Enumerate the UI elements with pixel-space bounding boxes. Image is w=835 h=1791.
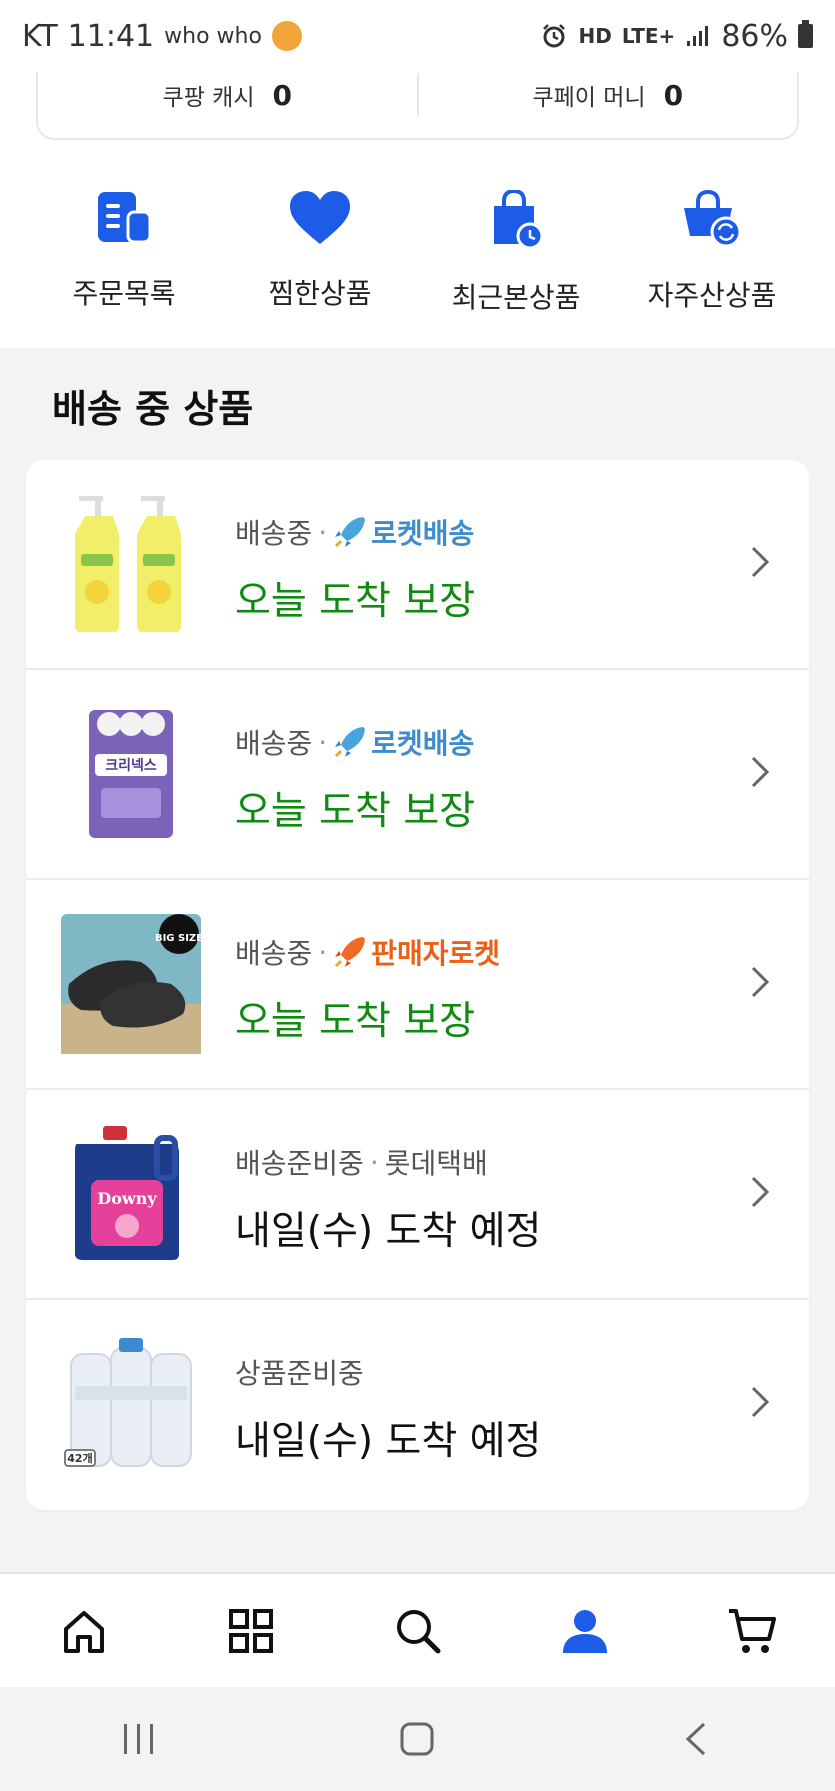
recent-apps-button[interactable] (0, 1722, 278, 1756)
shortcut-label: 자주산상품 (647, 279, 777, 312)
alarm-icon (543, 24, 566, 48)
rocket-icon (335, 937, 366, 968)
chevron-right-icon (751, 756, 770, 788)
separator-dot: · (369, 1145, 379, 1179)
status-left: KT 11:41 who who (22, 19, 302, 54)
chevron-right-icon (751, 1176, 770, 1208)
coupang-cash-label: 쿠팡 캐시 (162, 85, 255, 111)
status-text: 상품준비중 (235, 1357, 364, 1390)
notification-app-icon (271, 21, 302, 51)
home-system-button[interactable] (278, 1721, 556, 1757)
eta-text: 오늘 도착 보장 (235, 999, 476, 1044)
status-right: HD LTE+ 86% (540, 19, 813, 54)
chevron-right-icon (751, 966, 770, 998)
order-list-icon (89, 190, 159, 246)
shortcut-order-list[interactable]: 주문목록 (26, 190, 222, 310)
eta-text: 오늘 도착 보장 (235, 579, 476, 624)
search-icon (396, 1609, 440, 1653)
shipping-item[interactable]: BIG SIZE 배송중 · 판매자로켓 오늘 도착 보장 (26, 880, 809, 1090)
recent-bag-icon (481, 190, 551, 250)
shortcut-row: 주문목록 찜한상품 최근본상품 자주산상품 (0, 190, 835, 314)
shortcut-frequent[interactable]: 자주산상품 (614, 190, 810, 312)
badge-text: 판매자로켓 (371, 937, 500, 970)
shortcut-label: 주문목록 (72, 277, 176, 310)
separator-dot: · (318, 725, 328, 759)
shortcut-label: 최근본상품 (451, 281, 581, 314)
recent-apps-icon (124, 1724, 153, 1754)
shipping-item[interactable]: 크리넥스 배송중 · 로켓배송 오늘 도착 보장 (26, 670, 809, 880)
carrier: KT (22, 18, 58, 54)
separator-dot: · (318, 515, 328, 549)
shortcut-label: 찜한상품 (268, 277, 372, 310)
nav-category[interactable] (167, 1574, 334, 1687)
repeat-basket-icon (677, 190, 747, 248)
product-thumbnail-slippers: BIG SIZE (61, 914, 201, 1054)
nav-cart[interactable] (668, 1574, 835, 1687)
shipping-status: 배송준비중 · 롯데택배 (235, 1142, 488, 1182)
shipping-item[interactable]: 42개 상품준비중 내일(수) 도착 예정 (26, 1300, 809, 1510)
eta-text: 내일(수) 도착 예정 (235, 1419, 542, 1464)
courier-name: 롯데택배 (384, 1147, 488, 1180)
coupay-money-label: 쿠페이 머니 (532, 85, 646, 111)
separator-dot: · (318, 935, 328, 969)
whowho-icon: who who (164, 23, 262, 49)
badge-text: 로켓배송 (371, 727, 475, 760)
shipping-list: 배송중 · 로켓배송 오늘 도착 보장 크리넥스 배송중 · 로켓배송 오늘 도… (26, 460, 809, 1510)
shipping-item[interactable]: 배송중 · 로켓배송 오늘 도착 보장 (26, 460, 809, 670)
status-text: 배송중 (235, 727, 313, 760)
android-system-nav (0, 1687, 835, 1791)
product-label: 크리넥스 (105, 758, 157, 774)
home-icon (63, 1610, 104, 1653)
product-thumbnail-fabric-softener: Downy (61, 1124, 201, 1264)
badge-text: 로켓배송 (371, 517, 475, 550)
product-label: BIG SIZE (155, 933, 201, 944)
back-button[interactable] (556, 1721, 834, 1757)
battery-icon (798, 20, 813, 48)
status-text: 배송중 (235, 517, 313, 550)
nav-home[interactable] (0, 1574, 167, 1687)
seller-rocket-badge: 판매자로켓 (333, 932, 500, 972)
product-thumbnail-water: 42개 (61, 1334, 201, 1474)
shipping-status: 상품준비중 (235, 1352, 364, 1392)
rocket-delivery-badge: 로켓배송 (333, 722, 474, 762)
eta-text: 내일(수) 도착 예정 (235, 1209, 542, 1254)
shortcut-recent[interactable]: 최근본상품 (418, 190, 614, 314)
signal-icon (687, 26, 709, 46)
nav-search[interactable] (334, 1574, 501, 1687)
home-square-icon (400, 1722, 434, 1756)
shipping-item[interactable]: Downy 배송준비중 · 롯데택배 내일(수) 도착 예정 (26, 1090, 809, 1300)
eta-text: 오늘 도착 보장 (235, 789, 476, 834)
coupay-money-value: 0 (663, 78, 684, 112)
product-label: 42개 (67, 1451, 92, 1465)
rocket-icon (335, 727, 366, 758)
shortcut-wishlist[interactable]: 찜한상품 (222, 190, 418, 310)
status-bar: KT 11:41 who who HD LTE+ 86% (0, 0, 835, 72)
status-text: 배송중 (235, 937, 313, 970)
rocket-icon (335, 517, 366, 548)
clock: 11:41 (67, 18, 155, 54)
my-coupang-icon (562, 1609, 607, 1653)
product-label: Downy (97, 1189, 157, 1208)
category-icon (228, 1608, 273, 1653)
hd-voice-icon: HD (578, 24, 612, 48)
battery-percent: 86% (721, 18, 788, 54)
heart-icon (285, 190, 355, 246)
product-thumbnail-toilet-paper: 크리넥스 (61, 704, 201, 844)
status-text: 배송준비중 (235, 1147, 364, 1180)
chevron-right-icon (751, 546, 770, 578)
section-title: 배송 중 상품 (52, 387, 254, 431)
back-chevron-icon (685, 1722, 706, 1756)
rocket-delivery-badge: 로켓배송 (333, 512, 474, 552)
product-thumbnail-dish-soap (61, 494, 201, 634)
cart-icon (728, 1608, 776, 1653)
shipping-status: 배송중 · 로켓배송 (235, 722, 474, 762)
chevron-right-icon (751, 1386, 770, 1418)
bottom-nav (0, 1572, 835, 1687)
nav-my-coupang[interactable] (501, 1574, 668, 1687)
lte-icon: LTE+ (621, 24, 676, 48)
coupang-cash-value: 0 (272, 78, 292, 112)
shipping-status: 배송중 · 판매자로켓 (235, 932, 500, 972)
shipping-status: 배송중 · 로켓배송 (235, 512, 474, 552)
